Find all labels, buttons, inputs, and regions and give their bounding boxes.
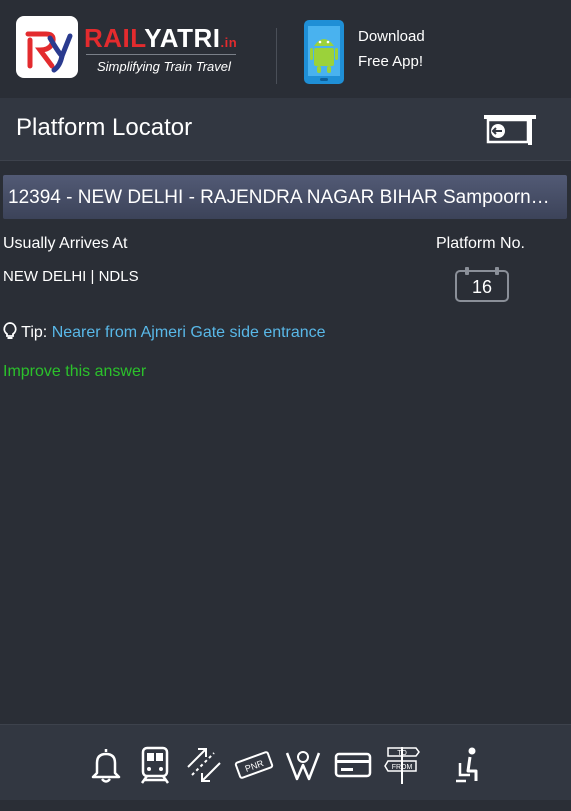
svg-text:FROM: FROM xyxy=(392,764,413,771)
card-icon xyxy=(334,752,372,778)
nav-food-button[interactable] xyxy=(283,745,323,785)
nav-seat-button[interactable] xyxy=(446,745,486,785)
svg-text:TO: TO xyxy=(397,750,407,757)
bottom-nav: PNR TO FROM xyxy=(0,724,571,801)
platform-sign-icon xyxy=(484,115,536,145)
nav-card-button[interactable] xyxy=(333,745,373,785)
live-status-icon xyxy=(187,748,221,782)
app-header: RAILYATRI.in Simplifying Train Travel Do… xyxy=(0,0,571,96)
to-from-sign-icon: TO FROM xyxy=(384,747,420,784)
lightbulb-icon xyxy=(3,322,17,339)
train-banner[interactable]: 12394 - NEW DELHI - RAJENDRA NAGAR BIHAR… xyxy=(3,175,567,219)
seat-icon xyxy=(456,747,478,783)
page: RAILYATRI.in Simplifying Train Travel Do… xyxy=(0,0,571,811)
brand-name: RAILYATRI.in xyxy=(84,23,237,58)
header-divider xyxy=(276,28,277,84)
nav-train-button[interactable] xyxy=(135,745,175,785)
download-line-2: Free App! xyxy=(358,53,424,70)
bottom-strip xyxy=(0,800,571,811)
page-title: Platform Locator xyxy=(16,114,193,141)
tip-text: Nearer from Ajmeri Gate side entrance xyxy=(51,324,326,341)
badge-tab-left xyxy=(465,267,469,275)
railyatri-logo[interactable] xyxy=(16,16,78,78)
improve-answer-link[interactable]: Improve this answer xyxy=(3,363,146,381)
train-icon xyxy=(140,746,170,784)
badge-tab-right xyxy=(495,267,499,275)
nav-live-status-button[interactable] xyxy=(184,745,224,785)
nav-to-from-button[interactable]: TO FROM xyxy=(382,745,422,785)
brand-domain: .in xyxy=(220,35,238,50)
brand-rail: RAIL xyxy=(84,23,145,53)
bell-icon xyxy=(91,749,121,783)
arrives-label: Usually Arrives At xyxy=(3,235,128,252)
platform-number: 16 xyxy=(471,277,493,297)
brand-underline xyxy=(86,54,236,55)
brand-tagline: Simplifying Train Travel xyxy=(97,59,231,74)
platform-number-badge: 16 xyxy=(455,267,509,302)
food-icon xyxy=(285,751,321,781)
pnr-ticket-icon: PNR xyxy=(234,751,274,779)
train-name: 12394 - NEW DELHI - RAJENDRA NAGAR BIHAR… xyxy=(8,187,553,208)
android-phone-icon[interactable] xyxy=(300,18,348,88)
logo-mark-icon xyxy=(25,31,73,73)
nav-alerts-button[interactable] xyxy=(86,745,126,785)
download-line-1: Download xyxy=(358,28,425,45)
platform-label: Platform No. xyxy=(436,235,525,252)
nav-pnr-button[interactable]: PNR xyxy=(234,745,274,785)
brand-yatri: YATRI xyxy=(144,23,221,53)
tip-row: Tip: Nearer from Ajmeri Gate side entran… xyxy=(3,322,326,342)
station-value: NEW DELHI | NDLS xyxy=(3,268,139,285)
tip-label: Tip: xyxy=(21,324,48,341)
download-app-link[interactable]: Download Free App! xyxy=(358,24,425,74)
